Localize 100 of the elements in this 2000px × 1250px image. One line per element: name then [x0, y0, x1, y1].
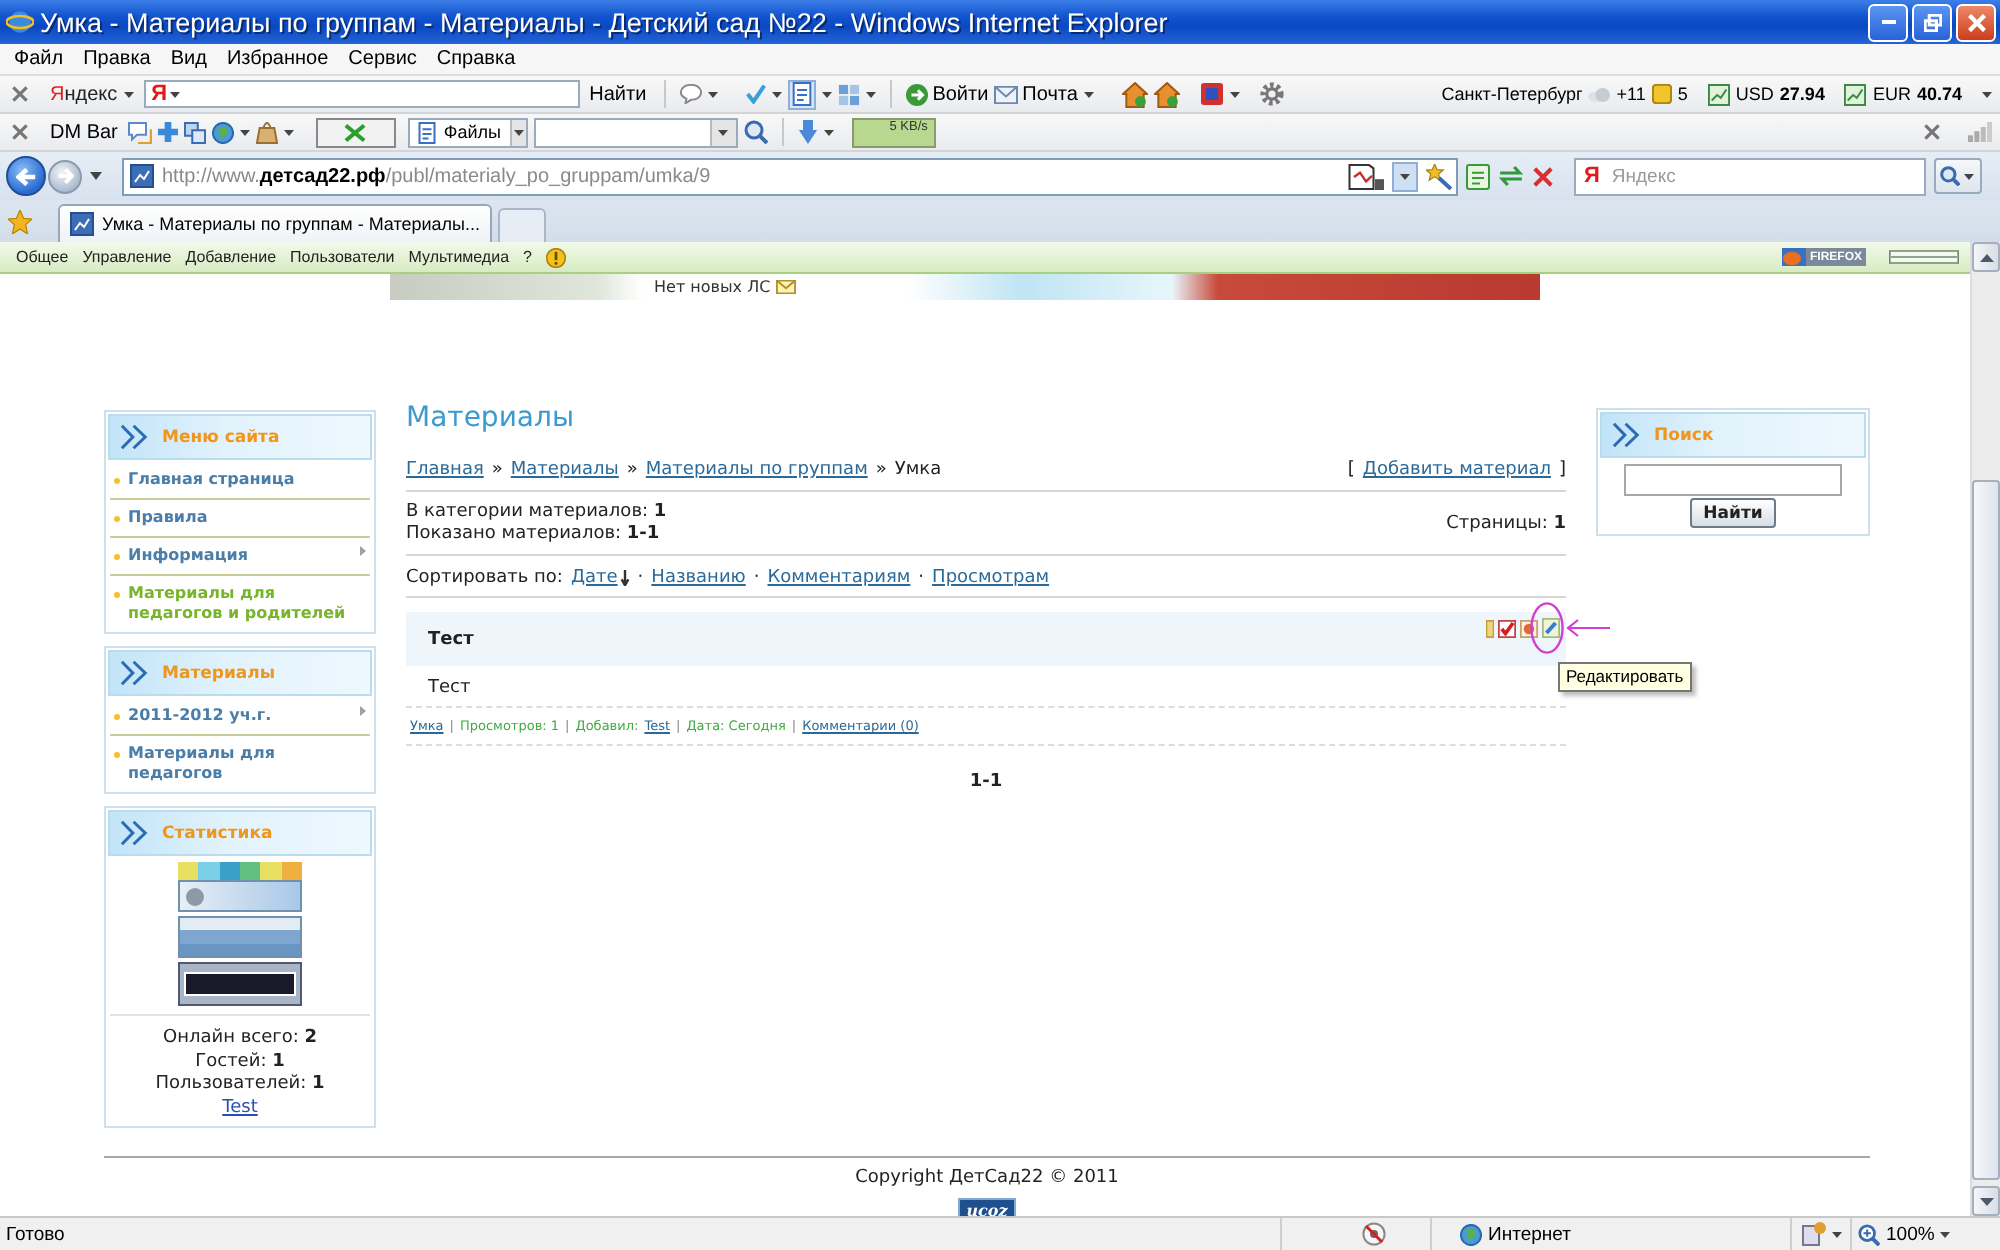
search-input[interactable]: [1624, 464, 1842, 496]
search-field[interactable]: Я Яндекс: [1574, 157, 1926, 195]
sidebar-menu-item[interactable]: 2011-2012 уч.г.: [110, 698, 370, 736]
user-link[interactable]: Test: [222, 1097, 258, 1120]
sidebar-menu-item[interactable]: Информация: [110, 538, 370, 576]
admin-menu-item[interactable]: Мультимедиа: [408, 248, 510, 266]
chat-icon[interactable]: [127, 121, 152, 143]
browser-tab[interactable]: Умка - Материалы по группам - Материалы...: [58, 204, 493, 242]
search-button[interactable]: Найти: [1689, 498, 1777, 528]
app-icon[interactable]: [1199, 82, 1224, 106]
security-zone-button[interactable]: Интернет: [1460, 1223, 1571, 1245]
liveinternet-counter-drawing[interactable]: [178, 962, 302, 1006]
address-field[interactable]: http://www.детсад22.рф/publ/materialy_po_gruppam/umka/9: [122, 157, 1458, 195]
login-button[interactable]: Войти: [906, 83, 989, 105]
sidebar-menu-item[interactable]: Материалы для педагогов: [110, 736, 370, 792]
caret-icon[interactable]: [1982, 91, 1992, 97]
window-icon[interactable]: [1802, 1222, 1826, 1246]
slider-icon[interactable]: [1888, 248, 1960, 266]
city-button[interactable]: Санкт-Петербург: [1441, 84, 1583, 104]
marker-icon[interactable]: [1486, 619, 1494, 637]
caret-icon[interactable]: [239, 129, 250, 135]
refresh-icon[interactable]: [1498, 164, 1524, 188]
wand-icon[interactable]: [1426, 163, 1452, 189]
gear-icon[interactable]: [1259, 82, 1284, 106]
favorites-star-icon[interactable]: [8, 209, 32, 233]
scrollbar-thumb[interactable]: [1972, 480, 2000, 1180]
ucoz-logo[interactable]: ucoz: [958, 1198, 1016, 1216]
dropdown-button[interactable]: [1392, 161, 1418, 191]
zoom-button[interactable]: 100%: [1858, 1223, 1951, 1245]
bag-icon[interactable]: [255, 120, 278, 144]
admin-menu-item[interactable]: Общее: [16, 248, 69, 266]
search-button[interactable]: [1934, 158, 1982, 194]
scroll-up-button[interactable]: [1972, 242, 2000, 272]
admin-menu-item[interactable]: Пользователи: [290, 248, 395, 266]
house-icon[interactable]: [1153, 81, 1180, 107]
menu-item[interactable]: Вид: [160, 48, 217, 70]
caret-icon[interactable]: [866, 91, 877, 97]
checkmark-icon[interactable]: [1498, 619, 1516, 637]
caret-icon[interactable]: [169, 91, 180, 97]
menu-item[interactable]: Справка: [426, 48, 526, 70]
globe-icon[interactable]: [211, 121, 234, 143]
magnifier-icon[interactable]: [743, 120, 768, 144]
messages-notice[interactable]: Нет новых ЛС: [654, 277, 771, 297]
menu-item[interactable]: Сервис: [338, 48, 427, 70]
sort-link[interactable]: Комментариям: [767, 567, 911, 587]
broken-page-icon[interactable]: [1348, 163, 1384, 189]
stop-icon[interactable]: [1532, 165, 1554, 187]
add-material-link[interactable]: Добавить материал: [1362, 460, 1551, 480]
plus-icon[interactable]: [157, 122, 178, 142]
close-icon[interactable]: [12, 124, 28, 140]
mail-button[interactable]: Почта: [994, 83, 1078, 105]
cross-button[interactable]: [315, 117, 396, 147]
vertical-scrollbar[interactable]: [1970, 242, 2000, 1216]
caret-icon[interactable]: [1229, 91, 1240, 97]
caret-icon[interactable]: [823, 129, 834, 135]
admin-menu-item[interactable]: Управление: [82, 248, 172, 266]
caret-icon[interactable]: [1832, 1231, 1842, 1237]
combo-field[interactable]: [533, 117, 738, 147]
search-button[interactable]: Найти: [585, 83, 651, 105]
search-input[interactable]: Яндекс: [1611, 163, 1892, 189]
sidebar-menu-item[interactable]: Главная страница: [110, 462, 370, 500]
menu-item[interactable]: Правка: [73, 48, 161, 70]
files-dropdown[interactable]: Файлы: [407, 117, 528, 147]
breadcrumb-link[interactable]: Материалы: [510, 460, 619, 480]
menu-item[interactable]: Файл: [4, 48, 74, 70]
sort-link[interactable]: Просмотрам: [932, 567, 1050, 587]
breadcrumb-link[interactable]: Главная: [406, 460, 484, 480]
admin-menu-item[interactable]: Добавление: [185, 248, 277, 266]
minimize-button[interactable]: [1868, 3, 1908, 41]
page-view-icon[interactable]: [1466, 163, 1490, 189]
scroll-down-button[interactable]: [1972, 1186, 2000, 1216]
blocked-icon[interactable]: [1362, 1222, 1386, 1246]
entry-title[interactable]: Тест: [428, 629, 474, 649]
yandex-menu-button[interactable]: Яндекс: [50, 83, 118, 105]
caret-icon[interactable]: [283, 129, 294, 135]
sort-link[interactable]: Названию: [651, 567, 746, 587]
breadcrumb-link[interactable]: Материалы по группам: [645, 460, 868, 480]
close-icon[interactable]: [1924, 124, 1940, 140]
caret-icon[interactable]: [123, 91, 134, 97]
caret-icon[interactable]: [822, 91, 833, 97]
menu-item[interactable]: Избранное: [216, 48, 339, 70]
warning-icon[interactable]: [545, 247, 566, 267]
windows-icon[interactable]: [183, 121, 206, 143]
search-field[interactable]: Я: [143, 80, 580, 108]
caret-icon[interactable]: [1083, 91, 1094, 97]
sidebar-menu-item[interactable]: Правила: [110, 500, 370, 538]
dropdown-button[interactable]: [709, 119, 736, 145]
caret-icon[interactable]: [772, 91, 783, 97]
pencil-icon[interactable]: [1542, 618, 1560, 638]
weather-counter-drawing[interactable]: [178, 862, 302, 912]
back-button[interactable]: [6, 156, 46, 196]
close-button[interactable]: [1956, 3, 1996, 41]
sort-link[interactable]: Дате: [570, 567, 630, 587]
house-icon[interactable]: [1121, 81, 1148, 107]
dropdown-button[interactable]: [509, 119, 526, 145]
caret-icon[interactable]: [90, 172, 102, 180]
admin-menu-item[interactable]: ?: [523, 248, 532, 266]
close-icon[interactable]: [12, 86, 28, 102]
checkmark-icon[interactable]: [746, 84, 767, 104]
caret-icon[interactable]: [708, 91, 719, 97]
